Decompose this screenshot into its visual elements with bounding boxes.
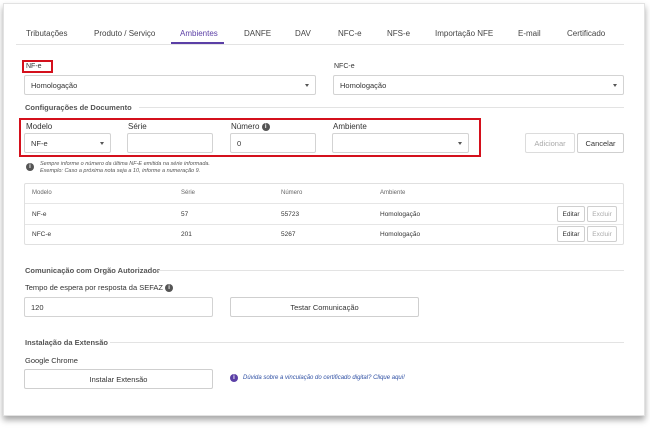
- delete-button[interactable]: Excluir: [587, 226, 617, 242]
- comms-section-title: Comunicação com Orgão Autorizador: [25, 266, 160, 275]
- column-header-ambiente: Ambiente: [380, 190, 406, 196]
- tab-email[interactable]: E-mail: [518, 29, 541, 38]
- chevron-down-icon: [305, 84, 309, 87]
- tab-certificado[interactable]: Certificado: [567, 29, 605, 38]
- browser-label: Google Chrome: [25, 356, 78, 365]
- info-icon[interactable]: i: [261, 122, 270, 131]
- chevron-down-icon: [613, 84, 617, 87]
- cell-numero: 5267: [281, 231, 296, 238]
- extension-section-title: Instalação da Extensão: [25, 338, 108, 347]
- chevron-down-icon: [100, 142, 104, 145]
- row-divider: [25, 203, 623, 204]
- tab-ambientes[interactable]: Ambientes: [180, 29, 218, 38]
- cell-modelo: NFC-e: [32, 231, 52, 238]
- timeout-input[interactable]: 120: [24, 297, 213, 317]
- cell-serie: 57: [181, 211, 189, 218]
- documents-table: Modelo Série Número Ambiente NF-e 57 557…: [24, 183, 624, 245]
- tab-nfce[interactable]: NFC-e: [338, 29, 362, 38]
- cell-serie: 201: [181, 231, 192, 238]
- numero-label-text: Número: [231, 122, 260, 131]
- tab-nfse[interactable]: NFS-e: [387, 29, 410, 38]
- edit-button[interactable]: Editar: [557, 226, 585, 242]
- cell-numero: 55723: [281, 211, 300, 218]
- nfe-env-select[interactable]: Homologação: [24, 75, 316, 95]
- numero-label: Número i: [231, 122, 270, 131]
- install-extension-button[interactable]: Instalar Extensão: [24, 369, 213, 389]
- ambiente-select[interactable]: [332, 133, 469, 153]
- test-communication-button[interactable]: Testar Comunicação: [230, 297, 419, 317]
- numero-input[interactable]: 0: [230, 133, 316, 153]
- section-divider: [139, 107, 624, 108]
- tab-dav[interactable]: DAV: [295, 29, 311, 38]
- column-header-serie: Série: [181, 190, 196, 196]
- cancel-button[interactable]: Cancelar: [577, 133, 624, 153]
- nfe-env-value: Homologação: [31, 80, 78, 90]
- edit-button[interactable]: Editar: [557, 206, 585, 222]
- info-icon[interactable]: i: [165, 284, 174, 293]
- delete-button[interactable]: Excluir: [587, 206, 617, 222]
- numbering-note-line2: Exemplo: Caso a próxima nota seja a 10, …: [40, 168, 201, 174]
- column-header-modelo: Modelo: [32, 190, 52, 196]
- timeout-label-text: Tempo de espera por resposta da SEFAZ: [25, 283, 163, 292]
- column-header-numero: Número: [281, 190, 303, 196]
- section-divider: [158, 270, 624, 271]
- nfce-env-value: Homologação: [340, 80, 387, 90]
- numbering-note-line1: Sempre informe o número da última NF-E e…: [40, 161, 210, 167]
- nfce-env-label: NFC-e: [334, 63, 355, 70]
- nfe-env-label: NF-e: [26, 63, 42, 70]
- certificate-help-link[interactable]: Dúvida sobre a vinculação do certificado…: [243, 375, 405, 381]
- cell-modelo: NF-e: [32, 211, 47, 218]
- add-button[interactable]: Adicionar: [525, 133, 575, 153]
- serie-label: Série: [128, 122, 147, 131]
- modelo-label: Modelo: [26, 122, 53, 131]
- info-icon: i: [26, 163, 34, 171]
- info-icon: i: [230, 374, 238, 382]
- chevron-down-icon: [458, 142, 462, 145]
- tab-importacao-nfe[interactable]: Importação NFE: [435, 29, 493, 38]
- tab-tributacoes[interactable]: Tributações: [26, 29, 68, 38]
- serie-input[interactable]: [127, 133, 213, 153]
- tab-produto-servico[interactable]: Produto / Serviço: [94, 29, 155, 38]
- modelo-value: NF-e: [31, 138, 48, 148]
- ambiente-label: Ambiente: [333, 122, 367, 131]
- cell-ambiente: Homologação: [380, 211, 421, 218]
- config-section-title: Configurações de Documento: [25, 103, 132, 112]
- tab-danfe[interactable]: DANFE: [244, 29, 271, 38]
- section-divider: [110, 342, 624, 343]
- cell-ambiente: Homologação: [380, 231, 421, 238]
- nfce-env-select[interactable]: Homologação: [333, 75, 624, 95]
- timeout-label: Tempo de espera por resposta da SEFAZ i: [25, 283, 174, 293]
- modelo-select[interactable]: NF-e: [24, 133, 111, 153]
- tabs-divider: [16, 44, 624, 45]
- row-divider: [25, 224, 623, 225]
